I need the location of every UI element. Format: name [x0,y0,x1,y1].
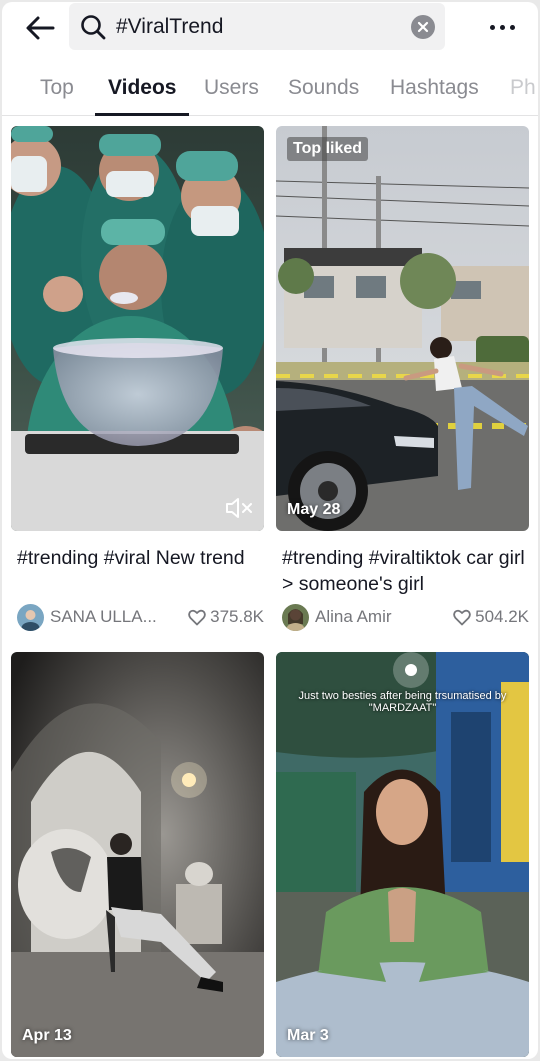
top-liked-badge: Top liked [287,137,369,161]
heart-icon [188,609,206,625]
tab-videos[interactable]: Videos [108,76,176,100]
mute-icon[interactable] [224,495,254,521]
search-icon [78,12,108,42]
back-arrow-icon [26,16,55,40]
video-date: May 28 [287,501,341,518]
tab-top[interactable]: Top [40,76,74,100]
search-header: #ViralTrend [2,2,538,54]
author-name[interactable]: Alina Amir [315,607,453,627]
heart-icon [453,609,471,625]
tab-sounds[interactable]: Sounds [288,76,359,100]
more-icon-dot [489,24,495,30]
search-input[interactable]: #ViralTrend [69,3,445,50]
like-count: 504.2K [453,607,529,627]
avatar[interactable] [282,603,309,631]
like-count-value: 504.2K [475,607,529,626]
video-thumbnail[interactable]: Just two besties after being trsumatised… [276,652,529,1057]
video-thumbnail-image [276,126,529,531]
tab-users[interactable]: Users [204,76,259,100]
tab-hashtags[interactable]: Hashtags [390,76,479,100]
active-tab-indicator [95,113,189,116]
video-date: Apr 13 [22,1027,72,1044]
video-date: Mar 3 [287,1027,329,1044]
video-caption[interactable]: #trending #viraltiktok car girl > someon… [282,545,532,597]
back-button[interactable] [18,8,62,48]
more-icon-dot [509,24,515,30]
video-thumbnail-image [11,126,264,531]
video-thumbnail[interactable] [11,126,264,531]
clear-icon [417,21,429,32]
more-options-button[interactable] [478,10,526,44]
video-thumbnail[interactable]: Top liked May 28 [276,126,529,531]
video-meta: SANA ULLA... 375.8K [17,602,270,632]
video-meta: Alina Amir 504.2K [282,602,535,632]
video-thumbnail-image [11,652,264,1057]
video-caption[interactable]: #trending #viral New trend [17,545,267,571]
avatar[interactable] [17,603,44,631]
like-count: 375.8K [188,607,264,627]
video-overlay-text: Just two besties after being trsumatised… [298,690,507,714]
app-frame: #ViralTrend Top Videos Users Sounds Hash… [2,2,538,1059]
search-query: #ViralTrend [116,14,224,38]
more-icon-dot [499,24,505,30]
video-thumbnail[interactable]: Apr 13 [11,652,264,1057]
author-name[interactable]: SANA ULLA... [50,607,188,627]
search-tabs: Top Videos Users Sounds Hashtags Ph [2,64,538,116]
clear-search-button[interactable] [411,14,435,39]
like-count-value: 375.8K [210,607,264,626]
tab-photos[interactable]: Ph [510,76,536,100]
